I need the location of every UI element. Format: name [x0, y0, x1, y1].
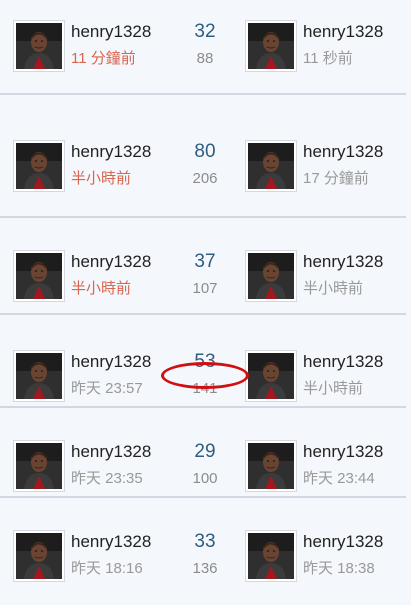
- poster-name[interactable]: henry1328: [71, 142, 151, 162]
- last-poster-name[interactable]: henry1328: [303, 252, 383, 272]
- user-avatar-icon[interactable]: [13, 250, 65, 302]
- user-avatar-icon[interactable]: [13, 20, 65, 72]
- view-count: 100: [192, 470, 218, 487]
- user-avatar-icon[interactable]: [245, 440, 297, 492]
- reply-count: 29: [194, 441, 216, 462]
- topic-row: henry1328 昨天 18:16 33 136 henry1328 昨天 18:38: [0, 510, 411, 605]
- user-avatar-icon[interactable]: [245, 250, 297, 302]
- user-avatar-icon[interactable]: [13, 440, 65, 492]
- reply-count: 32: [194, 21, 216, 42]
- user-avatar-icon[interactable]: [13, 350, 65, 402]
- row-divider: [0, 216, 406, 218]
- reply-count: 33: [194, 531, 216, 552]
- post-time: 11 分鐘前: [71, 50, 136, 67]
- row-divider: [0, 93, 406, 95]
- post-time: 昨天 23:35: [71, 470, 143, 487]
- topic-list: henry1328 11 分鐘前 32 88 henry1328 11 秒前 henry…: [0, 0, 411, 588]
- last-poster-name[interactable]: henry1328: [303, 22, 383, 42]
- topic-row: henry1328 11 分鐘前 32 88 henry1328 11 秒前: [0, 0, 411, 95]
- topic-row: henry1328 半小時前 37 107 henry1328 半小時前: [0, 230, 411, 325]
- post-time: 半小時前: [71, 280, 132, 297]
- user-avatar-icon[interactable]: [245, 530, 297, 582]
- last-poster-name[interactable]: henry1328: [303, 442, 383, 462]
- view-count: 136: [192, 560, 218, 577]
- topic-row: henry1328 昨天 23:35 29 100 henry1328 昨天 23:44: [0, 420, 411, 515]
- last-post-time: 11 秒前: [303, 50, 353, 67]
- last-poster-name[interactable]: henry1328: [303, 352, 383, 372]
- topic-row: henry1328 半小時前 80 206 henry1328 17 分鐘前: [0, 120, 411, 215]
- reply-count: 80: [194, 141, 216, 162]
- row-divider: [0, 496, 406, 498]
- red-circle-highlight: [161, 362, 249, 389]
- row-divider: [0, 406, 406, 408]
- post-time: 昨天 18:16: [71, 560, 143, 577]
- user-avatar-icon[interactable]: [13, 530, 65, 582]
- last-post-time: 昨天 23:44: [303, 470, 375, 487]
- poster-name[interactable]: henry1328: [71, 22, 151, 42]
- post-time: 昨天 23:57: [71, 380, 143, 397]
- poster-name[interactable]: henry1328: [71, 252, 151, 272]
- last-post-time: 半小時前: [303, 280, 364, 297]
- poster-name[interactable]: henry1328: [71, 352, 151, 372]
- last-post-time: 17 分鐘前: [303, 170, 369, 187]
- user-avatar-icon[interactable]: [245, 350, 297, 402]
- poster-name[interactable]: henry1328: [71, 442, 151, 462]
- last-post-time: 半小時前: [303, 380, 364, 397]
- user-avatar-icon[interactable]: [13, 140, 65, 192]
- post-time: 半小時前: [71, 170, 132, 187]
- view-count: 88: [196, 50, 214, 67]
- last-poster-name[interactable]: henry1328: [303, 142, 383, 162]
- last-poster-name[interactable]: henry1328: [303, 532, 383, 552]
- reply-count: 37: [194, 251, 216, 272]
- row-divider: [0, 313, 406, 315]
- user-avatar-icon[interactable]: [245, 20, 297, 72]
- poster-name[interactable]: henry1328: [71, 532, 151, 552]
- view-count: 206: [192, 170, 218, 187]
- topic-row: henry1328 昨天 23:57 53 141 henry1328 半小時前: [0, 330, 411, 425]
- user-avatar-icon[interactable]: [245, 140, 297, 192]
- view-count: 107: [192, 280, 218, 297]
- last-post-time: 昨天 18:38: [303, 560, 375, 577]
